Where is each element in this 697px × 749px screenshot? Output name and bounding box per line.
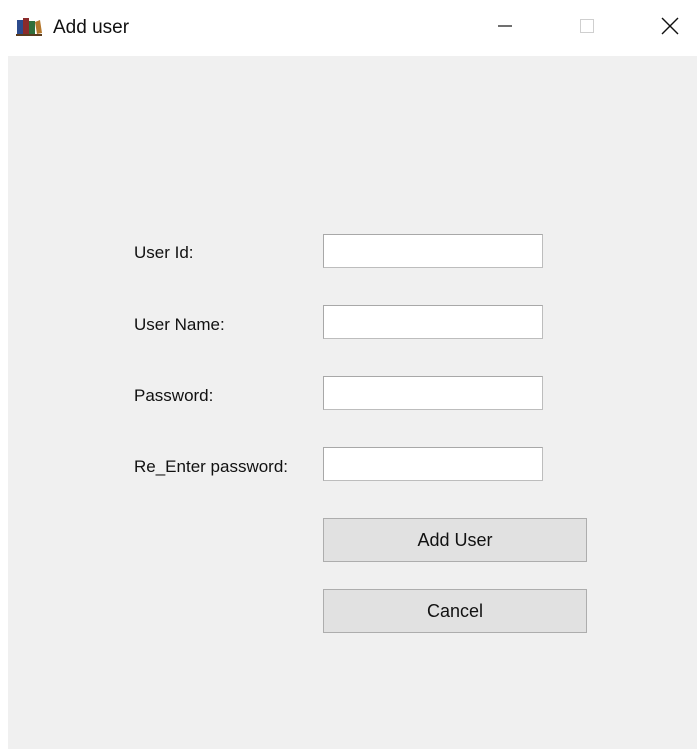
close-icon [661,17,679,40]
password-label: Password: [134,386,214,405]
user-name-label: User Name: [134,315,225,334]
re-enter-password-input[interactable] [323,447,543,481]
password-input[interactable] [323,376,543,410]
window-title: Add user [53,17,130,38]
maximize-button[interactable] [565,8,609,48]
add-user-window: Add user User Id: User Name: Password: R… [0,0,697,749]
user-id-input[interactable] [323,234,543,268]
re-enter-password-label: Re_Enter password: [134,457,289,476]
books-icon [16,16,42,36]
minimize-button[interactable] [483,8,527,48]
add-user-button[interactable]: Add User [323,518,587,562]
title-bar[interactable]: Add user [0,0,697,56]
user-name-input[interactable] [323,305,543,339]
form-panel: User Id: User Name: Password: Re_Enter p… [8,56,697,749]
minimize-icon [497,18,513,39]
user-id-label: User Id: [134,243,194,262]
close-button[interactable] [648,8,692,48]
maximize-icon [579,18,595,39]
cancel-button[interactable]: Cancel [323,589,587,633]
